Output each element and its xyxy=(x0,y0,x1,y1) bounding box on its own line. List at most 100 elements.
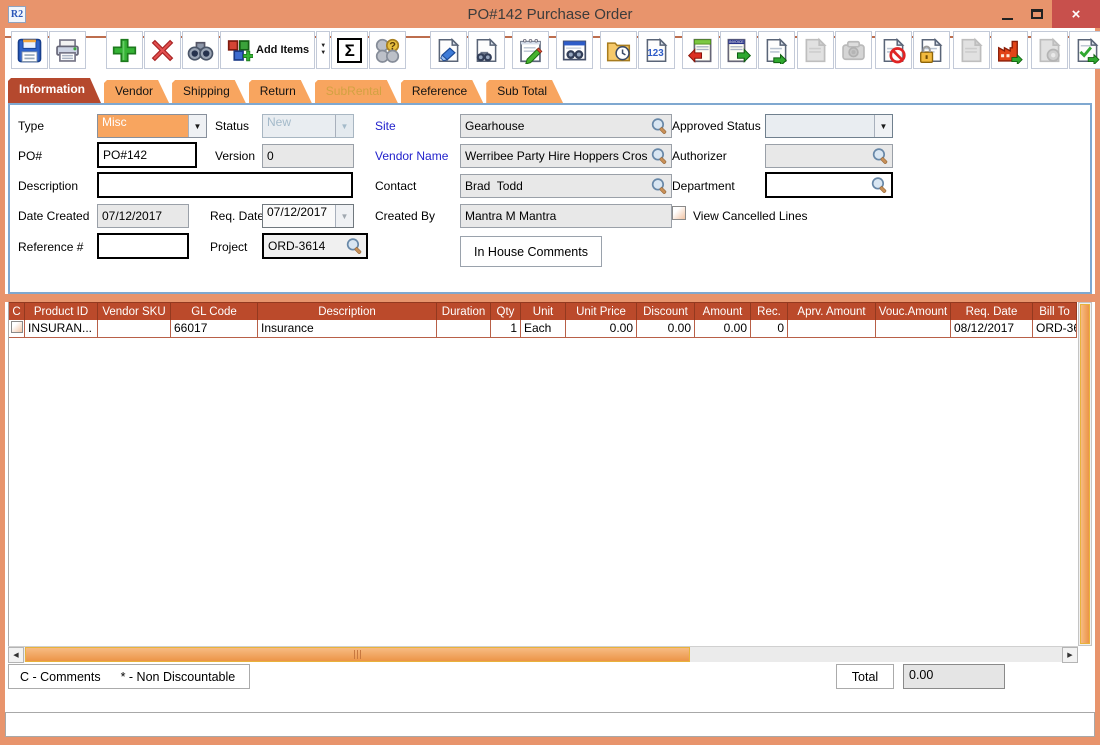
vertical-scrollbar-thumb[interactable] xyxy=(1080,304,1090,644)
description-input[interactable] xyxy=(97,172,353,198)
form-grid-splitter[interactable] xyxy=(5,294,1095,302)
vendor-name-link-label[interactable]: Vendor Name xyxy=(375,149,448,163)
project-field[interactable]: ORD-3614 xyxy=(262,233,368,259)
contact-field[interactable]: Brad Todd xyxy=(460,174,672,198)
tab-information[interactable]: Information xyxy=(8,78,101,103)
column-header-vendor-sku[interactable]: Vendor SKU xyxy=(98,302,171,320)
send-document-button[interactable] xyxy=(758,31,795,69)
site-lookup-icon[interactable] xyxy=(650,117,669,136)
cell-duration[interactable] xyxy=(437,320,491,338)
cell-amount[interactable]: 0.00 xyxy=(695,320,751,338)
add-line-button[interactable] xyxy=(106,31,143,69)
maximize-button[interactable] xyxy=(1022,0,1052,28)
column-header-vouc-amount[interactable]: Vouc.Amount xyxy=(876,302,951,320)
edit-document-button[interactable] xyxy=(430,31,467,69)
tab-reference[interactable]: Reference xyxy=(401,80,483,103)
cell-unit-price[interactable]: 0.00 xyxy=(566,320,637,338)
add-items-more-button[interactable]: ▼▼ xyxy=(316,31,330,69)
export-invoice-button[interactable]: INVOICE xyxy=(720,31,757,69)
camera-button[interactable] xyxy=(835,31,872,69)
table-row[interactable]: INSURAN...66017Insurance1Each0.000.000.0… xyxy=(9,320,1078,338)
row-comment-checkbox[interactable] xyxy=(11,321,23,333)
vertical-scrollbar[interactable] xyxy=(1078,302,1092,646)
edit-notes-button[interactable] xyxy=(512,31,549,69)
cell-bill-to[interactable]: ORD-3614 xyxy=(1033,320,1077,338)
cell-unit[interactable]: Each xyxy=(521,320,566,338)
cell-qty[interactable]: 1 xyxy=(491,320,521,338)
column-header-unit-price[interactable]: Unit Price xyxy=(566,302,637,320)
department-field[interactable] xyxy=(765,172,893,198)
column-header-unit[interactable]: Unit xyxy=(521,302,566,320)
column-header-c[interactable]: C xyxy=(9,302,25,320)
column-header-description[interactable]: Description xyxy=(258,302,437,320)
cell-c[interactable] xyxy=(9,320,25,338)
cell-rec-[interactable]: 0 xyxy=(751,320,788,338)
in-house-comments-button[interactable]: In House Comments xyxy=(460,236,602,267)
column-header-qty[interactable]: Qty xyxy=(491,302,521,320)
column-header-amount[interactable]: Amount xyxy=(695,302,751,320)
import-invoice-button[interactable] xyxy=(682,31,719,69)
project-lookup-icon[interactable] xyxy=(345,237,364,256)
approve-document-button[interactable] xyxy=(1069,31,1100,69)
column-header-bill-to[interactable]: Bill To xyxy=(1033,302,1077,320)
chevron-down-icon[interactable]: ▼ xyxy=(188,115,206,137)
minimize-button[interactable] xyxy=(992,0,1022,28)
cell-req-date[interactable]: 08/12/2017 xyxy=(951,320,1033,338)
cell-vouc-amount[interactable] xyxy=(876,320,951,338)
column-header-gl-code[interactable]: GL Code xyxy=(171,302,258,320)
reference-input[interactable] xyxy=(97,233,189,259)
find-button[interactable] xyxy=(182,31,219,69)
horizontal-scrollbar[interactable]: ◀ ▶ xyxy=(8,646,1078,662)
column-header-rec-[interactable]: Rec. xyxy=(751,302,788,320)
contact-lookup-icon[interactable] xyxy=(650,177,669,196)
chevron-down-icon[interactable]: ▼ xyxy=(335,205,353,227)
po-number-input[interactable] xyxy=(97,142,197,168)
vendor-lookup-icon[interactable] xyxy=(650,147,669,166)
save-button[interactable] xyxy=(11,31,48,69)
cell-aprv-amount[interactable] xyxy=(788,320,876,338)
history-folder-button[interactable] xyxy=(600,31,637,69)
document-plain-2-button[interactable] xyxy=(953,31,990,69)
factory-order-button[interactable] xyxy=(991,31,1028,69)
delete-line-button[interactable] xyxy=(144,31,181,69)
numbers-document-button[interactable]: 123 xyxy=(638,31,675,69)
block-document-button[interactable] xyxy=(875,31,912,69)
cell-vendor-sku[interactable] xyxy=(98,320,171,338)
lock-document-button[interactable] xyxy=(913,31,950,69)
vendor-name-field[interactable]: Werribee Party Hire Hoppers Cros xyxy=(460,144,672,168)
availability-button[interactable]: ? xyxy=(369,31,406,69)
approved-status-combo[interactable]: ▼ xyxy=(765,114,893,138)
cell-product-id[interactable]: INSURAN... xyxy=(25,320,98,338)
authorizer-lookup-icon[interactable] xyxy=(871,147,890,166)
column-header-req-date[interactable]: Req. Date xyxy=(951,302,1033,320)
tab-shipping[interactable]: Shipping xyxy=(172,80,246,103)
tab-vendor[interactable]: Vendor xyxy=(104,80,169,103)
search-window-button[interactable] xyxy=(556,31,593,69)
authorizer-field[interactable] xyxy=(765,144,893,168)
search-document-button[interactable] xyxy=(468,31,505,69)
type-combo[interactable]: Misc ▼ xyxy=(97,114,207,138)
site-field[interactable]: Gearhouse xyxy=(460,114,672,138)
column-header-discount[interactable]: Discount xyxy=(637,302,695,320)
cell-gl-code[interactable]: 66017 xyxy=(171,320,258,338)
print-button[interactable] xyxy=(49,31,86,69)
department-lookup-icon[interactable] xyxy=(870,176,889,195)
close-button[interactable]: × xyxy=(1052,0,1100,28)
sum-button[interactable]: Σ xyxy=(331,31,368,69)
view-cancelled-checkbox[interactable] xyxy=(672,206,686,220)
horizontal-scrollbar-thumb[interactable] xyxy=(25,647,690,662)
cell-discount[interactable]: 0.00 xyxy=(637,320,695,338)
tab-return[interactable]: Return xyxy=(249,80,312,103)
chevron-down-icon[interactable]: ▼ xyxy=(874,115,892,137)
tab-subrental[interactable]: SubRental xyxy=(315,80,398,103)
column-header-aprv-amount[interactable]: Aprv. Amount xyxy=(788,302,876,320)
document-plain-button[interactable] xyxy=(797,31,834,69)
column-header-product-id[interactable]: Product ID xyxy=(25,302,98,320)
cell-description[interactable]: Insurance xyxy=(258,320,437,338)
scroll-left-button[interactable]: ◀ xyxy=(8,647,24,663)
site-link-label[interactable]: Site xyxy=(375,119,396,133)
tab-sub-total[interactable]: Sub Total xyxy=(486,80,563,103)
add-items-button[interactable]: Add Items xyxy=(220,31,315,69)
column-header-duration[interactable]: Duration xyxy=(437,302,491,320)
process-document-button[interactable] xyxy=(1031,31,1068,69)
